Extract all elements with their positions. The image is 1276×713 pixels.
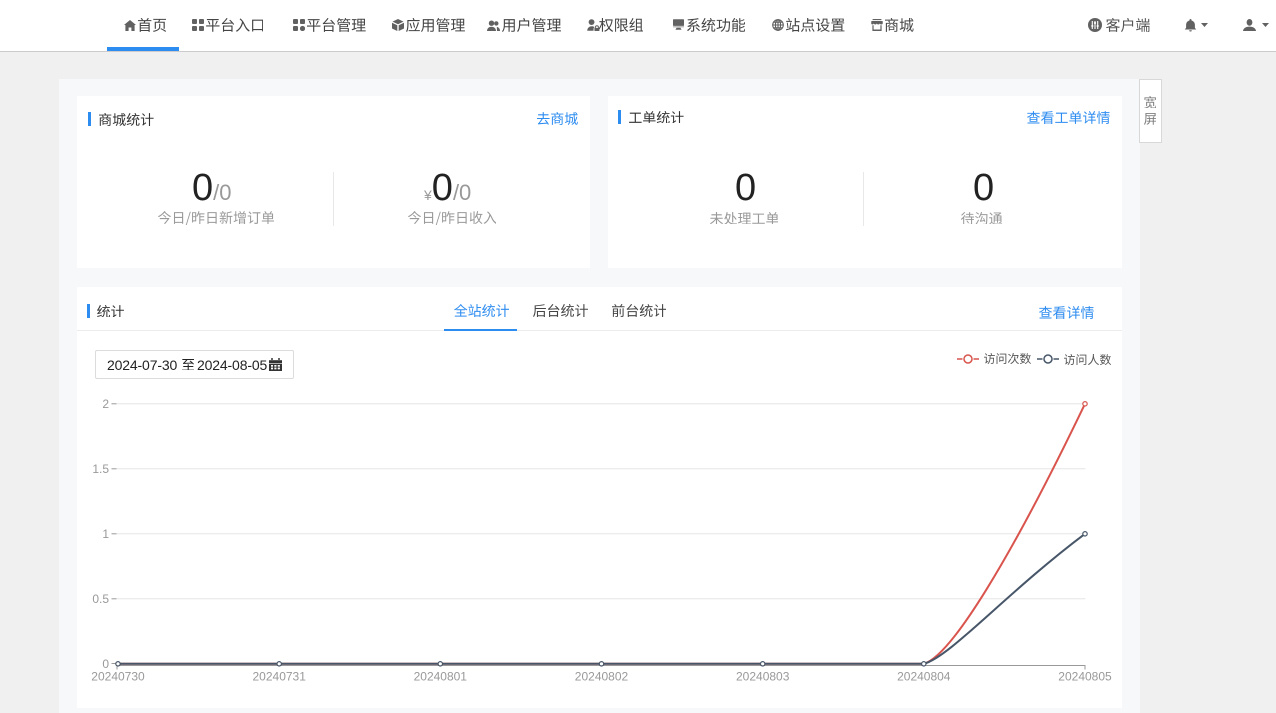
svg-text:1.5: 1.5 bbox=[92, 462, 109, 476]
svg-text:20240803: 20240803 bbox=[736, 670, 790, 684]
svg-text:20240804: 20240804 bbox=[897, 670, 951, 684]
svg-text:2: 2 bbox=[102, 397, 109, 411]
svg-text:20240802: 20240802 bbox=[575, 670, 629, 684]
svg-text:20240805: 20240805 bbox=[1058, 670, 1112, 684]
svg-text:20240731: 20240731 bbox=[253, 670, 307, 684]
svg-text:1: 1 bbox=[102, 527, 109, 541]
svg-text:20240801: 20240801 bbox=[414, 670, 468, 684]
svg-text:20240730: 20240730 bbox=[91, 670, 145, 684]
svg-text:0.5: 0.5 bbox=[92, 592, 109, 606]
